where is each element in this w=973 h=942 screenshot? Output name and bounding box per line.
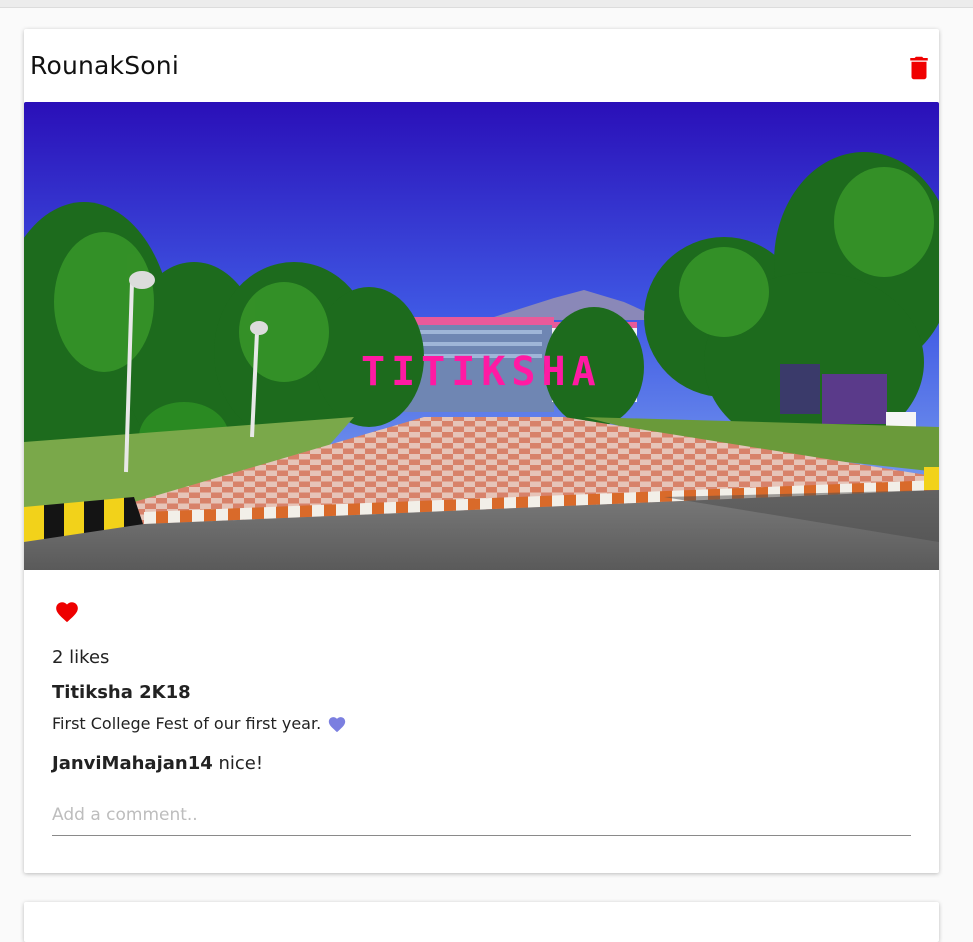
post-username[interactable]: RounakSoni — [30, 51, 179, 80]
heart-icon — [56, 602, 78, 623]
trash-icon — [910, 56, 928, 80]
post-image: TITIKSHA — [24, 102, 939, 570]
add-comment-input[interactable] — [52, 795, 911, 836]
post-caption-text: First College Fest of our first year. — [52, 714, 322, 733]
post-header: RounakSoni — [24, 29, 939, 102]
like-button[interactable] — [52, 599, 82, 627]
photo-sign-text: TITIKSHA — [361, 349, 602, 395]
next-post-card — [24, 902, 939, 942]
delete-post-button[interactable] — [904, 53, 934, 83]
comment-item: JanviMahajan14 nice! — [52, 753, 263, 774]
likes-count: 2 likes — [52, 647, 110, 668]
post-caption: First College Fest of our first year. — [52, 714, 347, 733]
comment-author[interactable]: JanviMahajan14 — [52, 753, 213, 774]
purple-heart-emoji-icon — [327, 715, 347, 733]
browser-top-strip — [0, 0, 973, 8]
post-title: Titiksha 2K18 — [52, 682, 191, 703]
post-card: RounakSoni TITIKSHA 2 likes Titiksha 2K1… — [24, 29, 939, 873]
comment-text: nice! — [218, 753, 264, 774]
